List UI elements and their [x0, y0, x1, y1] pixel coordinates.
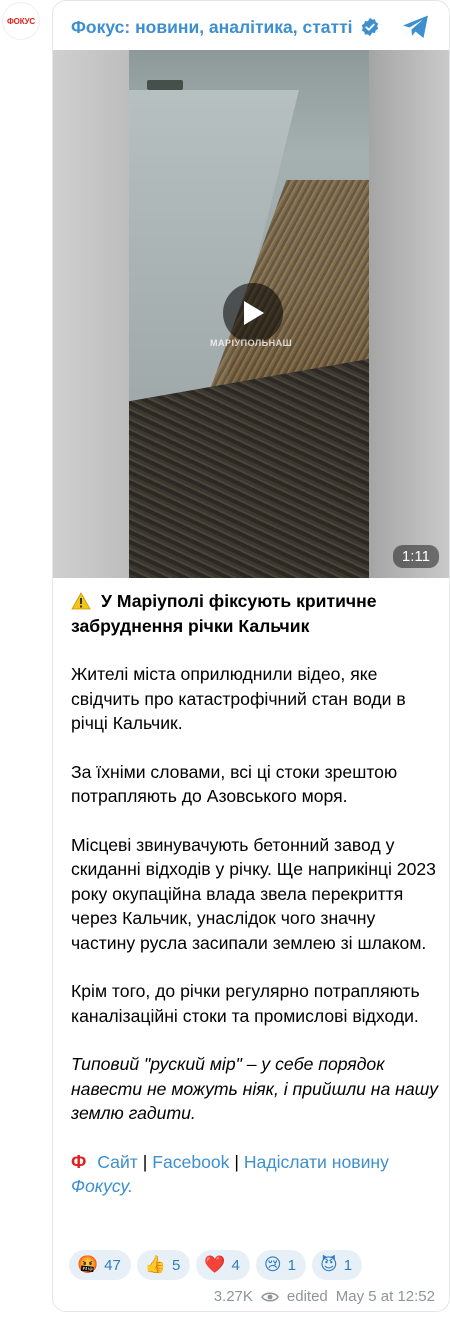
reaction-thumbs-up[interactable]: 👍 5: [136, 1250, 191, 1280]
send-news-link[interactable]: Надіслати новину: [244, 1152, 389, 1172]
separator: |: [142, 1151, 148, 1172]
devil-face-icon: 😈: [319, 1255, 338, 1275]
separator: |: [234, 1151, 239, 1172]
post-title-paragraph: У Маріуполі фіксують критичне забрудненн…: [71, 589, 443, 638]
boat: [147, 80, 183, 90]
reaction-count: 1: [343, 1256, 353, 1274]
reaction-cry[interactable]: 😢 1: [255, 1250, 306, 1280]
post-title: У Маріуполі фіксують критичне забрудненн…: [71, 591, 377, 636]
video-duration: 1:11: [392, 545, 439, 568]
play-button[interactable]: [223, 283, 283, 343]
post-header: Фокус: новини, аналітика, статті: [71, 13, 437, 41]
period: .: [128, 1176, 133, 1196]
video-player[interactable]: МАРІУПОЛЬНАШ 1:11: [53, 50, 449, 578]
reaction-angry[interactable]: 🤬 47: [69, 1250, 131, 1280]
thumbs-up-icon: 👍: [144, 1255, 167, 1275]
view-count: 3.27K: [213, 1288, 253, 1305]
fokus-link[interactable]: Фокусу: [71, 1176, 128, 1196]
fokus-logo-icon: Ф: [71, 1151, 87, 1172]
reaction-count: 47: [104, 1256, 121, 1274]
paragraph-3: Місцеві звинувачують бетонний завод у ск…: [71, 834, 436, 953]
reaction-count: 5: [172, 1256, 181, 1274]
eye-icon: [261, 1292, 279, 1301]
play-icon: [244, 301, 264, 325]
links-line: Ф Сайт | Facebook | Надіслати новину Фок…: [71, 1150, 443, 1199]
channel-name[interactable]: Фокус: новини, аналітика, статті: [71, 17, 353, 38]
crying-face-icon: 😢: [263, 1255, 282, 1275]
reaction-count: 4: [231, 1256, 240, 1274]
site-link[interactable]: Сайт: [97, 1152, 138, 1172]
avatar-text: ФОКУС: [7, 16, 35, 26]
channel-avatar[interactable]: ФОКУС: [2, 2, 40, 40]
paragraph-2: За їхніми словами, всі ці стоки зрештою …: [71, 761, 398, 807]
angry-face-icon: 🤬: [77, 1255, 99, 1275]
post-card: Фокус: новини, аналітика, статті МАРІУПО…: [52, 0, 450, 1312]
reaction-heart[interactable]: ❤️ 4: [196, 1250, 250, 1280]
reaction-count: 1: [287, 1256, 296, 1274]
edited-label: edited: [286, 1288, 328, 1305]
video-blur-left: [53, 50, 129, 578]
warning-icon: [71, 592, 91, 610]
paragraph-1: Жителі міста оприлюднили відео, яке свід…: [71, 664, 406, 733]
telegram-icon[interactable]: [401, 13, 431, 41]
verified-badge-icon: [361, 17, 378, 37]
paragraph-4: Крім того, до річки регулярно потрапляют…: [71, 981, 420, 1026]
paragraph-5: Типовий "руский мір" – у себе порядок на…: [71, 1054, 439, 1123]
facebook-link[interactable]: Facebook: [152, 1152, 229, 1172]
heart-icon: ❤️: [204, 1255, 226, 1275]
video-watermark: МАРІУПОЛЬНАШ: [210, 338, 293, 348]
video-blur-right: [369, 50, 449, 578]
post-text: У Маріуполі фіксують критичне забрудненн…: [71, 589, 443, 1223]
reactions-bar: 🤬 47 👍 5 ❤️ 4 😢 1 😈 1: [69, 1250, 363, 1280]
reaction-devil[interactable]: 😈 1: [311, 1250, 363, 1280]
post-date: May 5 at 12:52: [335, 1288, 435, 1305]
post-footer: 3.27K edited May 5 at 12:52: [214, 1288, 435, 1305]
